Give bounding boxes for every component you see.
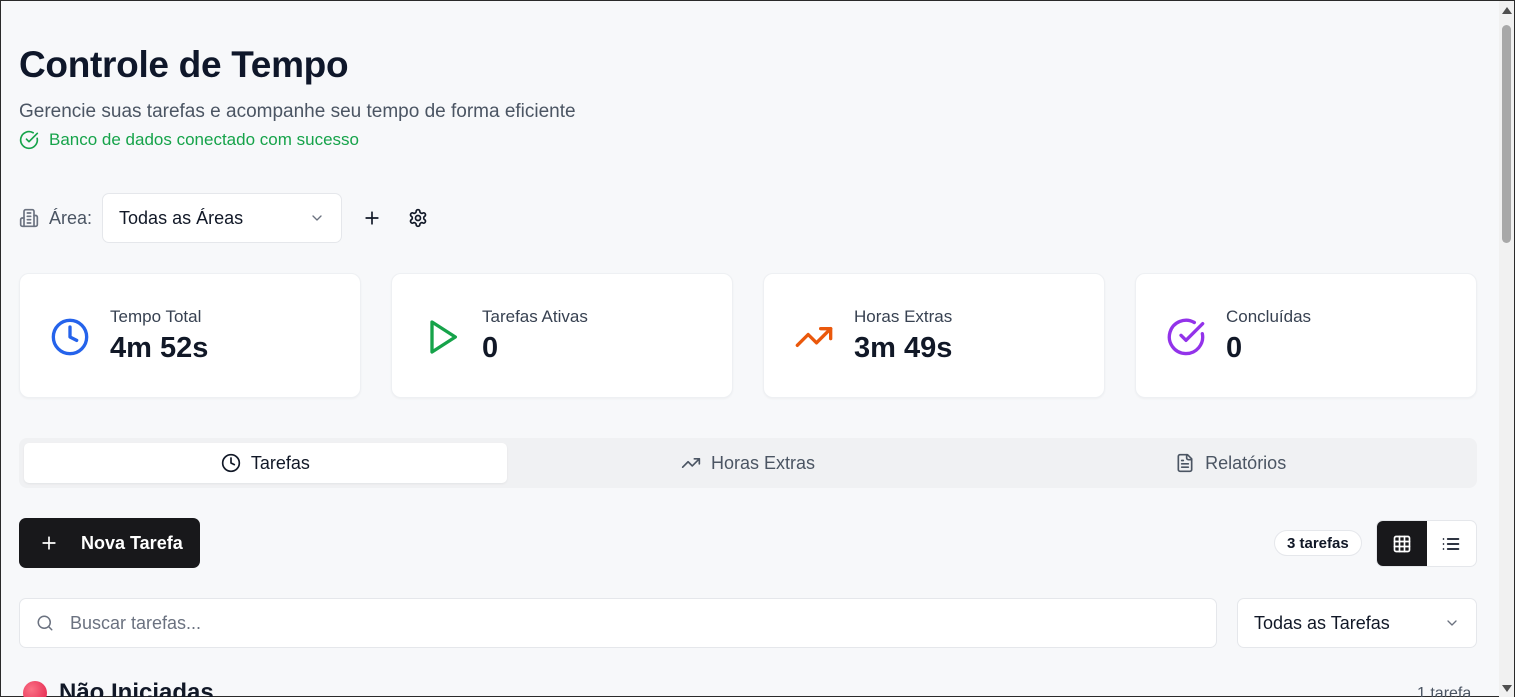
stat-label: Tarefas Ativas: [482, 307, 588, 326]
scroll-up-arrow[interactable]: [1502, 7, 1512, 14]
stat-card-total-time: Tempo Total 4m 52s: [19, 273, 361, 398]
task-filter-value: Todas as Tarefas: [1254, 612, 1390, 633]
tab-label: Horas Extras: [710, 452, 816, 473]
file-text-icon: [1177, 453, 1193, 473]
area-settings-button[interactable]: [400, 200, 436, 236]
section-count: 1 tarefa: [1417, 685, 1472, 697]
area-row: Área: Todas as Áreas: [19, 193, 436, 243]
stat-card-active-tasks: Tarefas Ativas 0: [391, 273, 733, 398]
gear-icon: [409, 208, 427, 228]
new-task-button[interactable]: Nova Tarefa: [19, 518, 200, 568]
page-subtitle: Gerencie suas tarefas e acompanhe seu te…: [19, 101, 576, 122]
stat-value: 0: [482, 332, 499, 364]
grid-view-button[interactable]: [1377, 521, 1427, 566]
db-status: Banco de dados conectado com sucesso: [19, 130, 359, 150]
clock-icon: [221, 453, 240, 473]
building-icon: [19, 208, 39, 228]
stat-value: 0: [1226, 332, 1243, 364]
stats-row: Tempo Total 4m 52s Tarefas Ativas 0 Hora…: [19, 273, 1477, 398]
trending-up-icon: [681, 458, 701, 468]
stat-card-overtime: Horas Extras 3m 49s: [763, 273, 1105, 398]
stat-value: 3m 49s: [854, 332, 953, 364]
vertical-scrollbar[interactable]: [1499, 1, 1514, 697]
check-circle-icon: [19, 130, 39, 150]
section-title: Não Iniciadas: [59, 679, 214, 697]
status-dot: [23, 681, 47, 697]
list-view-button[interactable]: [1427, 521, 1477, 566]
area-select-value: Todas as Áreas: [119, 207, 244, 228]
stat-label: Concluídas: [1226, 307, 1312, 326]
clock-icon: [51, 318, 89, 356]
task-count-badge: 3 tarefas: [1274, 530, 1362, 556]
tab-relatorios[interactable]: Relatórios: [989, 443, 1472, 483]
page-title: Controle de Tempo: [19, 44, 349, 85]
trending-up-icon: [795, 327, 833, 347]
chevron-down-icon: [1447, 620, 1457, 626]
play-icon: [430, 320, 457, 354]
add-area-button[interactable]: [354, 200, 390, 236]
tab-bar: Tarefas Horas Extras Relatórios: [19, 438, 1477, 488]
new-task-label: Nova Tarefa: [81, 532, 183, 553]
plus-icon: [42, 536, 56, 550]
chevron-down-icon: [312, 215, 322, 221]
scroll-down-arrow[interactable]: [1502, 685, 1512, 692]
search-icon: [37, 615, 53, 631]
stat-label: Tempo Total: [110, 307, 202, 326]
check-circle-icon: [1167, 318, 1205, 356]
tab-horas-extras[interactable]: Horas Extras: [507, 443, 990, 483]
area-select[interactable]: Todas as Áreas: [102, 193, 343, 243]
stat-label: Horas Extras: [854, 307, 953, 326]
plus-icon: [365, 211, 379, 225]
list-icon: [1442, 537, 1460, 550]
section-header-not-started: Não Iniciadas: [23, 679, 214, 697]
grid-icon: [1393, 535, 1411, 552]
task-filter-select[interactable]: Todas as Tarefas: [1237, 598, 1477, 648]
scroll-thumb[interactable]: [1502, 25, 1511, 243]
search-box: [19, 598, 1217, 648]
area-label-text: Área:: [49, 207, 93, 228]
stat-value: 4m 52s: [110, 332, 209, 364]
area-label: Área:: [19, 208, 92, 229]
tab-label: Tarefas: [250, 452, 310, 473]
tab-tarefas[interactable]: Tarefas: [24, 443, 507, 483]
view-toggle: [1376, 520, 1477, 567]
search-input[interactable]: [70, 612, 1170, 634]
tab-label: Relatórios: [1205, 452, 1287, 473]
stat-card-completed: Concluídas 0: [1135, 273, 1477, 398]
db-status-text: Banco de dados conectado com sucesso: [49, 130, 359, 149]
